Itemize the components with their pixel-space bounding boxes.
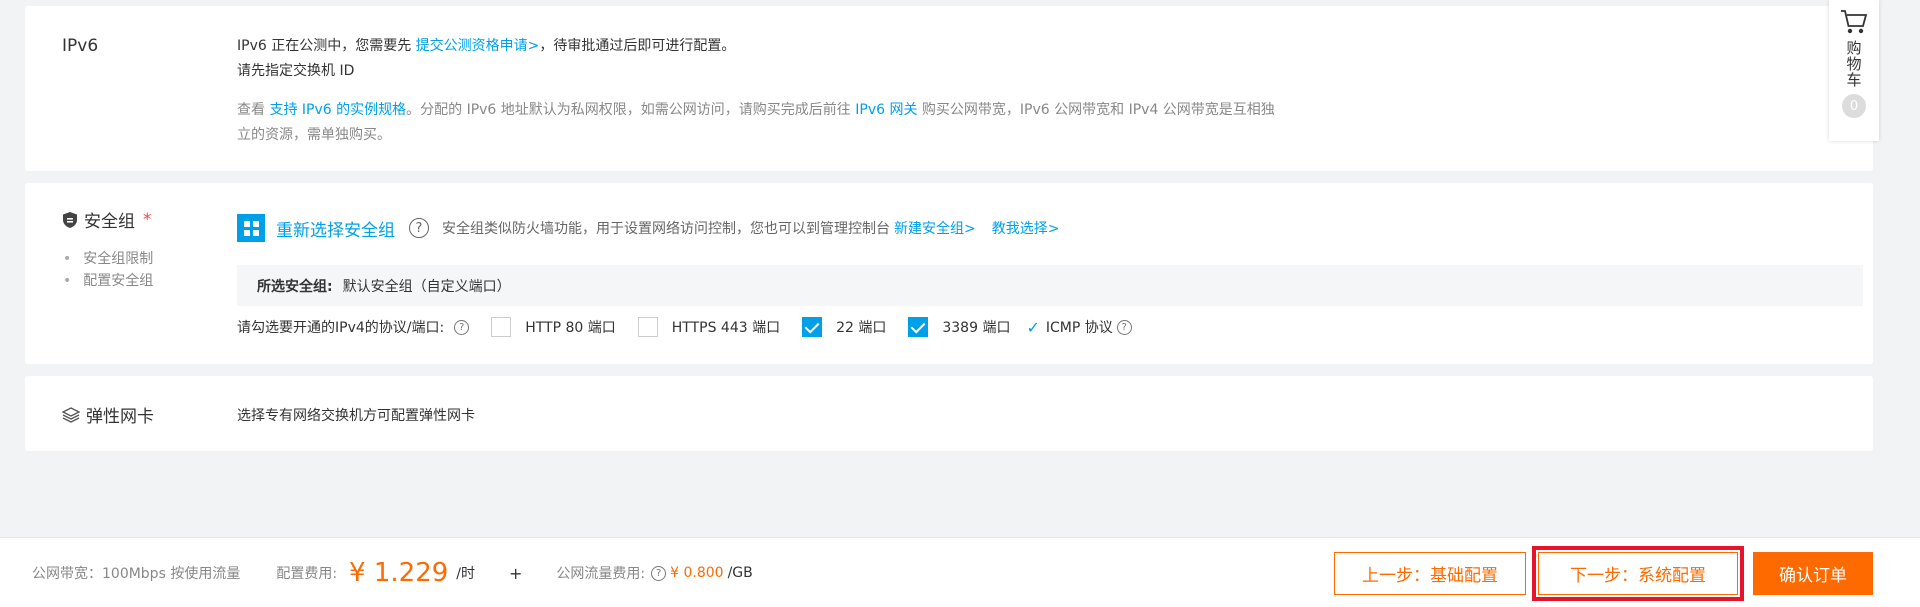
https-443-label: HTTPS 443 端口 — [671, 320, 781, 336]
ports-label: 请勾选要开通的IPv4的协议/端口: — [237, 320, 445, 336]
selected-security-group: 所选安全组: 默认安全组（自定义端口） — [237, 265, 1863, 306]
reselect-row: 重新选择安全组 ? 安全组类似防火墙功能，用于设置网络访问控制，您也可以到管理控… — [237, 214, 1059, 242]
create-security-group-link[interactable]: 新建安全组> — [894, 221, 976, 237]
shield-icon — [63, 211, 77, 228]
help-icon[interactable]: ? — [651, 565, 667, 581]
traffic-fee-price: ¥ 0.800 — [670, 565, 724, 581]
list-item: 安全组限制 — [63, 248, 153, 270]
traffic-fee-label: 公网流量费用: — [556, 566, 646, 582]
ipv6-line1-tail: ，待审批通过后即可进行配置。 — [539, 38, 736, 54]
ports-row: 请勾选要开通的IPv4的协议/端口: ? HTTP 80 端口 HTTPS 44… — [237, 317, 1132, 337]
order-footer: 公网带宽：100Mbps 按使用流量 配置费用: ¥ 1.229 /时 + 公网… — [0, 537, 1920, 607]
apply-beta-link[interactable]: 提交公测资格申请> — [416, 38, 540, 54]
price-summary: 公网带宽：100Mbps 按使用流量 配置费用: ¥ 1.229 /时 + 公网… — [32, 538, 753, 607]
ipv6-instance-types-link[interactable]: 支持 IPv6 的实例规格 — [269, 102, 406, 118]
help-icon[interactable]: ? — [409, 218, 429, 238]
port-22-checkbox[interactable] — [802, 317, 823, 337]
selected-value: 默认安全组（自定义端口） — [342, 278, 511, 295]
ipv6-section-label: IPv6 — [62, 36, 99, 56]
ipv6-line1: IPv6 正在公测中，您需要先 提交公测资格申请>，待审批通过后即可进行配置。 — [237, 34, 1277, 59]
eni-hint: 选择专有网络交换机方可配置弹性网卡 — [237, 408, 475, 424]
config-fee-price: ¥ 1.229 — [349, 558, 449, 588]
security-group-card: 安全组 * 安全组限制 配置安全组 重新选择安全组 ? 安全组类似防火墙功能，用于… — [25, 183, 1873, 364]
eni-card: 弹性网卡 选择专有网络交换机方可配置弹性网卡 — [25, 376, 1873, 451]
security-side-list: 安全组限制 配置安全组 — [63, 248, 153, 292]
cart-icon — [1841, 10, 1868, 34]
config-fee-label: 配置费用: — [276, 566, 338, 582]
selected-key: 所选安全组: — [257, 278, 333, 295]
ipv6-line3-mid: 。分配的 IPv6 地址默认为私网权限，如需公网访问，请购买完成后前往 — [406, 102, 856, 118]
security-desc-text: 安全组类似防火墙功能，用于设置网络访问控制，您也可以到管理控制台 — [442, 221, 890, 237]
required-star: * — [143, 209, 152, 230]
ipv6-card: IPv6 IPv6 正在公测中，您需要先 提交公测资格申请>，待审批通过后即可进… — [25, 6, 1873, 171]
http-80-label: HTTP 80 端口 — [525, 320, 616, 336]
http-80-checkbox[interactable] — [491, 317, 512, 337]
security-group-section-label: 安全组 * — [62, 207, 152, 232]
grid-icon[interactable] — [237, 214, 265, 242]
plus-sign: + — [509, 563, 523, 583]
help-icon[interactable]: ? — [1116, 319, 1132, 335]
confirm-order-button[interactable]: 确认订单 — [1753, 552, 1873, 595]
shopping-cart[interactable]: 购物车 0 — [1829, 0, 1879, 141]
teach-me-link[interactable]: 教我选择> — [992, 221, 1060, 237]
scrollbar[interactable] — [1905, 0, 1920, 537]
next-step-button[interactable]: 下一步：系统配置 — [1532, 546, 1744, 601]
ipv6-line3-text: 查看 — [237, 102, 270, 118]
cart-label: 购物车 — [1844, 40, 1863, 88]
ipv6-line1-text: IPv6 正在公测中，您需要先 — [237, 38, 416, 54]
icmp-label: ICMP 协议 — [1045, 320, 1113, 336]
eni-section-label: 弹性网卡 — [62, 402, 154, 427]
network-card-icon — [62, 406, 80, 423]
ipv6-content: IPv6 正在公测中，您需要先 提交公测资格申请>，待审批通过后即可进行配置。 … — [237, 34, 1277, 148]
help-icon[interactable]: ? — [454, 319, 470, 335]
ipv6-gateway-link[interactable]: IPv6 网关 — [855, 102, 917, 118]
eni-label: 弹性网卡 — [86, 407, 154, 427]
prev-step-button[interactable]: 上一步：基础配置 — [1334, 552, 1526, 595]
port-22-label: 22 端口 — [836, 320, 887, 336]
list-item: 配置安全组 — [63, 270, 153, 292]
port-3389-checkbox[interactable] — [908, 317, 929, 337]
reselect-security-group-button[interactable]: 重新选择安全组 — [276, 216, 395, 241]
ipv6-line2: 请先指定交换机 ID — [237, 63, 355, 79]
check-icon: ✓ — [1026, 317, 1040, 337]
port-3389-label: 3389 端口 — [942, 320, 1011, 336]
ipv6-line3: 查看 支持 IPv6 的实例规格。分配的 IPv6 地址默认为私网权限，如需公网… — [237, 98, 1277, 148]
traffic-fee-unit: /GB — [727, 565, 753, 581]
https-443-checkbox[interactable] — [637, 317, 658, 337]
config-fee-unit: /时 — [456, 566, 476, 582]
bandwidth-info: 公网带宽：100Mbps 按使用流量 — [32, 566, 241, 582]
cart-count-badge: 0 — [1842, 94, 1866, 118]
security-group-label: 安全组 — [84, 212, 135, 232]
security-group-description: 安全组类似防火墙功能，用于设置网络访问控制，您也可以到管理控制台 新建安全组> 教我… — [442, 218, 1059, 238]
